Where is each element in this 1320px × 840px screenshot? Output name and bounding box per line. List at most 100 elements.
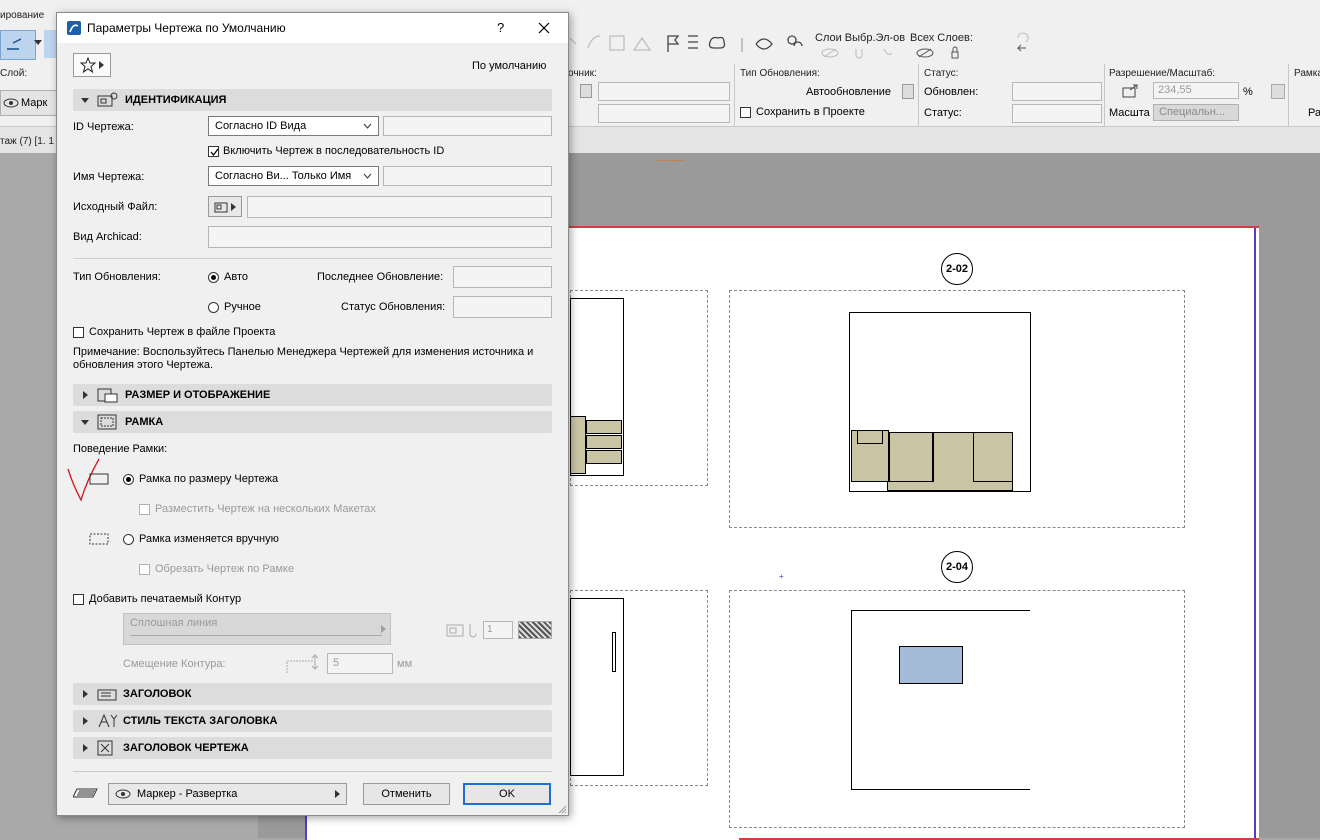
offset-unit: мм xyxy=(397,658,413,670)
line-type-value: Сплошная линия xyxy=(130,617,218,629)
frame-manual-radio[interactable] xyxy=(123,533,134,545)
crop-checkbox xyxy=(139,563,150,575)
scale-selector[interactable]: Специальн... xyxy=(1153,104,1239,121)
section-drawing-title-label: ЗАГОЛОВОК ЧЕРТЕЖА xyxy=(123,742,249,754)
chevron-down-icon xyxy=(81,419,89,425)
layer-selector[interactable]: Марк xyxy=(0,90,60,116)
arrow-right-icon xyxy=(99,61,104,69)
manual-radio[interactable] xyxy=(208,301,219,313)
frame-fit-radio[interactable] xyxy=(123,473,134,485)
section-frame[interactable]: РАМКА xyxy=(73,411,552,433)
resize-grip-icon[interactable] xyxy=(557,804,567,814)
section-drawing-title[interactable]: ЗАГОЛОВОК ЧЕРТЕЖА xyxy=(73,737,552,759)
source-file-button[interactable] xyxy=(208,196,242,217)
id-custom-field[interactable] xyxy=(383,116,552,136)
last-update-label: Последнее Обновление: xyxy=(317,271,444,283)
layer-dropdown-value: Маркер - Развертка xyxy=(137,788,238,800)
source-file-field[interactable] xyxy=(247,196,552,218)
add-contour-checkbox[interactable] xyxy=(73,593,84,605)
drawing-marker-2-02[interactable]: 2-02 xyxy=(941,253,973,285)
help-button[interactable]: ? xyxy=(497,20,504,35)
menu-item-partial[interactable]: ирование xyxy=(0,10,44,21)
pen-icon xyxy=(446,624,477,638)
layer-visibility-icons[interactable] xyxy=(820,45,970,61)
section-title[interactable]: ЗАГОЛОВОК xyxy=(73,683,552,705)
update-type-arrow[interactable] xyxy=(902,84,914,99)
source-field-2[interactable] xyxy=(598,104,730,123)
magic-wand-tool-button[interactable] xyxy=(0,30,36,60)
archicad-view-field xyxy=(208,226,552,248)
save-in-project-checkbox[interactable] xyxy=(740,107,751,118)
add-contour-row[interactable]: Добавить печатаемый Контур xyxy=(73,593,241,605)
drawing-body-2 xyxy=(570,598,624,776)
frame-manual-row[interactable]: Рамка изменяется вручную xyxy=(123,533,279,545)
file-link-icon xyxy=(214,202,228,212)
drawing-plan-2-04 xyxy=(851,610,1030,790)
manual-radio-row[interactable]: Ручное xyxy=(208,301,261,313)
id-combo-value: Согласно ID Вида xyxy=(215,120,307,132)
frame-manual-icon xyxy=(89,533,109,545)
cancel-button[interactable]: Отменить xyxy=(363,783,450,805)
contour-offset-input: 5 xyxy=(327,653,393,674)
layer-value: Марк xyxy=(21,97,48,109)
id-tag-icon xyxy=(97,92,118,107)
id-combo[interactable]: Согласно ID Вида xyxy=(208,116,379,136)
chevron-down-icon xyxy=(363,173,372,179)
ra-label-partial: Ра xyxy=(1308,107,1320,119)
auto-radio[interactable] xyxy=(208,271,219,283)
name-custom-field[interactable] xyxy=(383,166,552,186)
add-contour-label: Добавить печатаемый Контур xyxy=(89,593,242,605)
window-element xyxy=(899,646,963,684)
chevron-down-icon[interactable] xyxy=(34,40,42,45)
section-title-text-style-label: СТИЛЬ ТЕКСТА ЗАГОЛОВКА xyxy=(123,715,278,727)
toolbar-icons[interactable] xyxy=(568,30,818,58)
include-sequence-checkbox[interactable] xyxy=(208,145,219,157)
name-combo[interactable]: Согласно Ви... Только Имя xyxy=(208,166,379,186)
star-icon xyxy=(80,57,96,73)
auto-update-label[interactable]: Автообновление xyxy=(806,86,891,98)
auto-radio-row[interactable]: Авто xyxy=(208,271,248,283)
tab-floor-plan[interactable]: таж (7) [1. 1 xyxy=(0,136,54,147)
drawing-marker-2-04[interactable]: 2-04 xyxy=(941,551,973,583)
crop-label: Обрезать Чертеж по Рамке xyxy=(155,563,295,575)
layer-dropdown[interactable]: Маркер - Развертка xyxy=(108,783,347,805)
crop-row: Обрезать Чертеж по Рамке xyxy=(139,563,294,575)
cabinet-element xyxy=(570,416,586,474)
resolution-label: Разрешение/Масштаб: xyxy=(1109,68,1216,79)
title-icon xyxy=(97,689,117,701)
updated-label: Обновлен: xyxy=(924,86,979,98)
percent-label: % xyxy=(1243,86,1253,98)
line-type-selector: Сплошная линия xyxy=(123,613,391,645)
place-multi-label: Разместить Чертеж на нескольких Макетах xyxy=(155,503,376,515)
resolution-arrow[interactable] xyxy=(1271,84,1285,99)
dialog-titlebar[interactable]: Параметры Чертежа по Умолчанию ? xyxy=(57,13,568,43)
include-sequence-row[interactable]: Включить Чертеж в последовательность ID xyxy=(208,145,444,157)
archicad-view-label: Вид Archicad: xyxy=(73,231,142,243)
source-field[interactable] xyxy=(598,82,730,101)
favorites-button[interactable] xyxy=(73,53,111,77)
frame-fit-label: Рамка по размеру Чертежа xyxy=(139,473,279,485)
section-identification[interactable]: ИДЕНТИФИКАЦИЯ xyxy=(73,89,552,111)
frame-fit-row[interactable]: Рамка по размеру Чертежа xyxy=(123,473,278,485)
offset-icon xyxy=(286,654,319,673)
close-icon[interactable] xyxy=(538,22,550,34)
contour-offset-label: Смещение Контура: xyxy=(123,658,226,670)
section-size-display[interactable]: РАЗМЕР И ОТОБРАЖЕНИЕ xyxy=(73,384,552,406)
status2-label: Статус: xyxy=(924,107,962,119)
note-text: Примечание: Воспользуйтесь Панелью Менед… xyxy=(73,346,534,371)
resolution-input[interactable]: 234,55 xyxy=(1153,82,1239,99)
all-layers-label: Всех Слоев: xyxy=(910,32,973,44)
eye-icon xyxy=(115,789,131,799)
section-title-text-style[interactable]: СТИЛЬ ТЕКСТА ЗАГОЛОВКА xyxy=(73,710,552,732)
source-arrow-button[interactable] xyxy=(580,84,592,98)
size-display-icon xyxy=(97,388,118,403)
drawing-defaults-dialog: Параметры Чертежа по Умолчанию ? По умол… xyxy=(56,12,569,816)
eye-icon xyxy=(3,98,19,108)
update-type-label: Тип Обновления: xyxy=(73,271,161,283)
undo-redo-icons[interactable] xyxy=(1012,30,1032,60)
save-in-file-checkbox[interactable] xyxy=(73,326,84,338)
chevron-right-icon xyxy=(82,690,88,698)
save-in-file-row[interactable]: Сохранить Чертеж в файле Проекта xyxy=(73,326,275,338)
last-update-field xyxy=(453,266,552,288)
ok-button[interactable]: OK xyxy=(463,783,551,805)
